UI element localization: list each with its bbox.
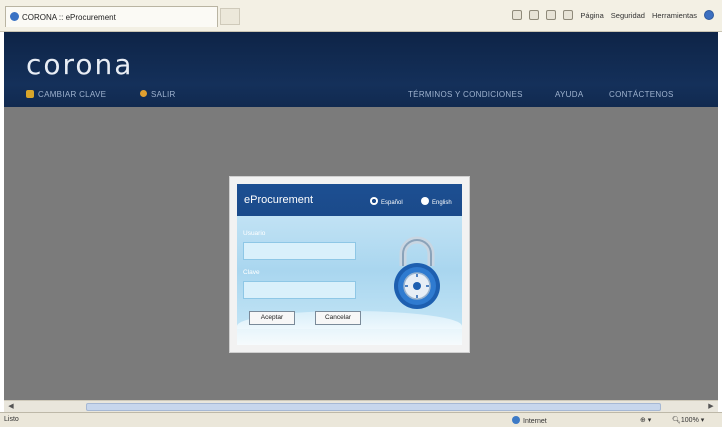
exit-label: SALIR [151,90,176,99]
nav-contact[interactable]: CONTÁCTENOS [609,90,674,99]
mail-icon[interactable] [546,10,557,20]
zoom-value: 100% [680,417,699,424]
exit-icon [140,90,147,97]
protected-mode-icon[interactable]: ⊕ ▾ [640,416,651,424]
ie-page-icon [10,12,19,21]
zoom-icon: 🔍︎ [672,417,681,424]
language-label-english: English [432,200,452,206]
page-menu[interactable]: Página [580,11,603,20]
login-title: eProcurement [244,194,314,206]
horizontal-scrollbar[interactable]: ◀ ▶ [4,400,718,412]
login-header: eProcurement Español English [237,184,462,216]
scroll-left-icon[interactable]: ◀ [6,402,16,412]
change-key-label: CAMBIAR CLAVE [38,90,107,99]
nav-help[interactable]: AYUDA [555,90,583,99]
globe-icon [512,416,520,424]
scroll-right-icon[interactable]: ▶ [706,402,716,412]
site-header: corona CAMBIAR CLAVE SALIR TÉRMINOS Y CO… [4,32,718,107]
change-key-link[interactable]: CAMBIAR CLAVE [26,90,106,99]
password-input[interactable] [243,281,356,299]
security-zone: Internet [512,416,547,425]
cancel-button[interactable]: Cancelar [315,311,361,325]
username-input[interactable] [243,242,356,260]
command-bar: Página Seguridad Herramientas [512,10,714,20]
password-label: Clave [243,269,260,276]
home-icon[interactable] [512,10,523,20]
zoom-level[interactable]: 🔍︎100% ▾ [672,416,704,424]
tools-menu[interactable]: Herramientas [652,11,697,20]
exit-link[interactable]: SALIR [140,90,176,99]
radio-selected-icon[interactable] [370,197,378,205]
tab-title: CORONA :: eProcurement [22,13,116,22]
login-footer-strip [237,329,462,345]
language-label-spanish: Español [381,200,403,206]
print-icon[interactable] [563,10,574,20]
accept-button[interactable]: Aceptar [249,311,295,325]
security-menu[interactable]: Seguridad [611,11,645,20]
browser-tab[interactable]: CORONA :: eProcurement [5,6,218,27]
radio-unselected-icon[interactable] [421,197,429,205]
new-tab-button[interactable] [220,8,240,25]
language-option-spanish[interactable]: Español [370,197,403,206]
status-bar: Listo Internet ⊕ ▾ 🔍︎100% ▾ [0,412,722,427]
zone-label: Internet [523,418,547,425]
browser-toolbar: CORONA :: eProcurement Página Seguridad … [0,0,722,32]
padlock-icon [394,236,440,309]
key-icon [26,90,34,98]
help-icon[interactable] [704,10,714,20]
feeds-icon[interactable] [529,10,540,20]
username-label: Usuario [243,230,266,237]
scrollbar-thumb[interactable] [86,403,661,411]
nav-terms[interactable]: TÉRMINOS Y CONDICIONES [408,90,523,99]
corona-logo: corona [26,48,134,81]
login-panel: eProcurement Español English Usuario Cla… [237,184,462,329]
language-option-english[interactable]: English [421,197,452,206]
status-text: Listo [4,416,19,423]
login-dialog: eProcurement Español English Usuario Cla… [229,176,470,353]
